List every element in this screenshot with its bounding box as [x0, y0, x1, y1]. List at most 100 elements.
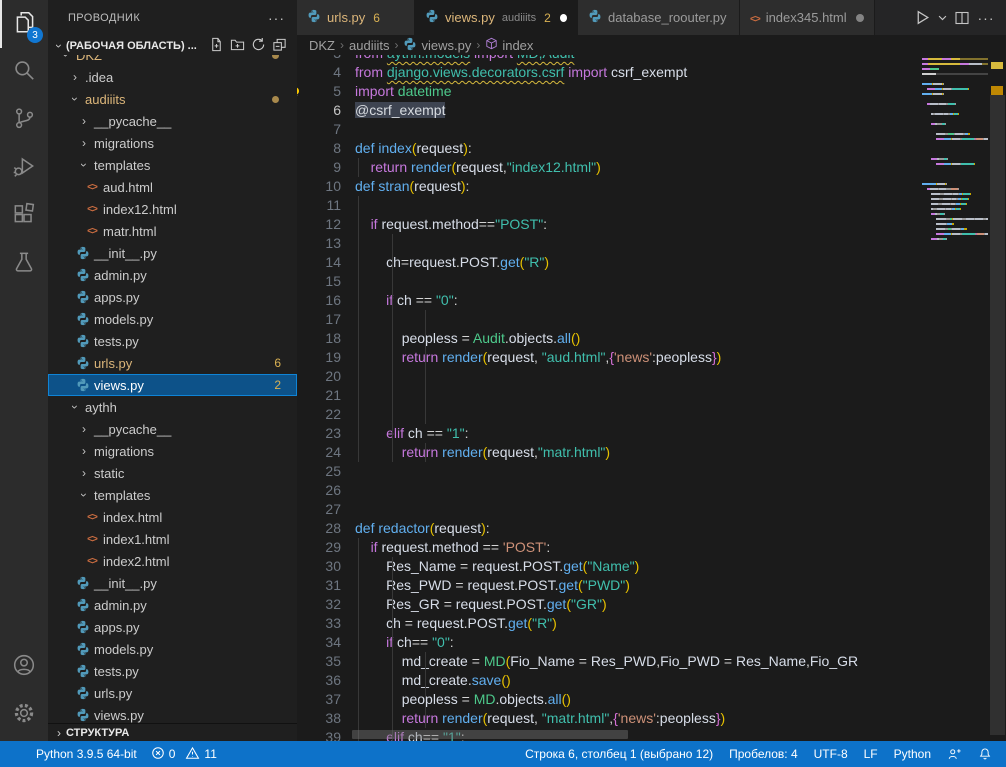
tree-item-urls-py[interactable]: urls.py — [48, 682, 297, 704]
code-line-36[interactable]: 36 md_create.save() — [297, 671, 922, 690]
breadcrumb-item-audiiits[interactable]: audiiits — [349, 38, 389, 53]
settings-button[interactable] — [0, 691, 48, 739]
dirty-indicator-dot[interactable] — [856, 14, 864, 22]
code-line-7[interactable]: 7 — [297, 120, 922, 139]
eol-status[interactable]: LF — [864, 747, 878, 761]
explorer-view-button[interactable]: 3 — [0, 0, 48, 48]
code-line-13[interactable]: 13 — [297, 234, 922, 253]
tree-item-admin-py[interactable]: admin.py — [48, 594, 297, 616]
tree-item-index2-html[interactable]: <>index2.html — [48, 550, 297, 572]
code-line-8[interactable]: 8def index(request): — [297, 139, 922, 158]
split-editor-button[interactable] — [952, 6, 972, 30]
code-line-23[interactable]: 23 elif ch == "1": — [297, 424, 922, 443]
code-line-18[interactable]: 18 peopless = Audit.objects.all() — [297, 329, 922, 348]
code-line-11[interactable]: 11 — [297, 196, 922, 215]
tree-item-index-html[interactable]: <>index.html — [48, 506, 297, 528]
code-line-26[interactable]: 26 — [297, 481, 922, 500]
language-mode-status[interactable]: Python — [894, 747, 931, 761]
new-folder-icon[interactable] — [230, 37, 245, 55]
tree-item-index12-html[interactable]: <>index12.html — [48, 198, 297, 220]
breadcrumb-item-dkz[interactable]: DKZ — [309, 38, 335, 53]
account-button[interactable] — [0, 643, 48, 691]
tree-item--init-py[interactable]: __init__.py — [48, 572, 297, 594]
tree-item-aythh[interactable]: ›aythh — [48, 396, 297, 418]
code-line-6[interactable]: 6@csrf_exempt — [297, 101, 922, 120]
horizontal-scrollbar-thumb[interactable] — [352, 730, 628, 739]
problems-status[interactable]: 0 11 — [151, 746, 217, 763]
code-line-33[interactable]: 33 ch = request.POST.get("R") — [297, 614, 922, 633]
code-line-32[interactable]: 32 Res_GR = request.POST.get("GR") — [297, 595, 922, 614]
code-line-35[interactable]: 35 md_create = MD(Fio_Name = Res_PWD,Fio… — [297, 652, 922, 671]
tree-item-audiiits[interactable]: ›audiiits — [48, 88, 297, 110]
overview-ruler[interactable] — [988, 35, 1006, 741]
encoding-status[interactable]: UTF-8 — [814, 747, 848, 761]
tree-item--idea[interactable]: ›.idea — [48, 66, 297, 88]
tree-item-aud-html[interactable]: <>aud.html — [48, 176, 297, 198]
tree-item-models-py[interactable]: models.py — [48, 308, 297, 330]
tree-item-templates[interactable]: ›templates — [48, 154, 297, 176]
refresh-icon[interactable] — [251, 37, 266, 55]
code-line-17[interactable]: 17 — [297, 310, 922, 329]
tree-item-views-py[interactable]: views.py2 — [48, 374, 297, 396]
tree-item-index1-html[interactable]: <>index1.html — [48, 528, 297, 550]
code-line-5[interactable]: 5import datetime — [297, 82, 922, 101]
run-dropdown-chevron-icon[interactable] — [936, 6, 948, 30]
collapse-all-icon[interactable] — [272, 37, 287, 55]
code-line-28[interactable]: 28def redactor(request): — [297, 519, 922, 538]
code-line-14[interactable]: 14 ch=request.POST.get("R") — [297, 253, 922, 272]
tree-item-apps-py[interactable]: apps.py — [48, 286, 297, 308]
tree-item-tests-py[interactable]: tests.py — [48, 330, 297, 352]
code-line-27[interactable]: 27 — [297, 500, 922, 519]
tree-item--pycache-[interactable]: ›__pycache__ — [48, 418, 297, 440]
python-interpreter-status[interactable]: Python 3.9.5 64-bit — [36, 747, 137, 761]
code-line-25[interactable]: 25 — [297, 462, 922, 481]
outline-section-header[interactable]: › СТРУКТУРА — [48, 723, 297, 741]
extensions-view-button[interactable] — [0, 192, 48, 240]
search-view-button[interactable] — [0, 48, 48, 96]
tree-item-urls-py[interactable]: urls.py6 — [48, 352, 297, 374]
code-line-19[interactable]: 19 return render(request, "aud.html",{'n… — [297, 348, 922, 367]
code-line-16[interactable]: 16 if ch == "0": — [297, 291, 922, 310]
notifications-bell-icon[interactable] — [978, 747, 992, 761]
dirty-indicator-dot[interactable] — [560, 14, 567, 22]
code-line-20[interactable]: 20 — [297, 367, 922, 386]
code-line-38[interactable]: 38 return render(request, "matr.html",{'… — [297, 709, 922, 728]
tree-item-static[interactable]: ›static — [48, 462, 297, 484]
breadcrumb-item-views-py[interactable]: views.py — [403, 37, 471, 54]
sidebar-more-actions-button[interactable]: ··· — [268, 10, 285, 26]
more-editor-actions-button[interactable]: ··· — [976, 6, 996, 30]
tree-item-apps-py[interactable]: apps.py — [48, 616, 297, 638]
tab-database-roouter-py[interactable]: database_roouter.py — [578, 0, 740, 35]
minimap[interactable] — [922, 58, 988, 741]
code-line-12[interactable]: 12 if request.method=="POST": — [297, 215, 922, 234]
code-line-10[interactable]: 10def stran(request): — [297, 177, 922, 196]
code-line-30[interactable]: 30 Res_Name = request.POST.get("Name") — [297, 557, 922, 576]
code-line-34[interactable]: 34 if ch== "0": — [297, 633, 922, 652]
code-line-37[interactable]: 37 peopless = MD.objects.all() — [297, 690, 922, 709]
code-line-24[interactable]: 24 return render(request,"matr.html") — [297, 443, 922, 462]
tree-item-migrations[interactable]: ›migrations — [48, 440, 297, 462]
lightbulb-icon[interactable] — [297, 85, 302, 104]
code-line-9[interactable]: 9 return render(request,"index12.html") — [297, 158, 922, 177]
run-debug-view-button[interactable] — [0, 144, 48, 192]
tab-views-py[interactable]: views.pyaudiiits2 — [415, 0, 578, 35]
code-line-22[interactable]: 22 — [297, 405, 922, 424]
feedback-icon[interactable] — [947, 747, 962, 761]
tree-item--pycache-[interactable]: ›__pycache__ — [48, 110, 297, 132]
code-line-15[interactable]: 15 — [297, 272, 922, 291]
editor[interactable]: 3from aythh.models import MD,Audit4from … — [297, 35, 1006, 741]
workspace-section-header[interactable]: › (РАБОЧАЯ ОБЛАСТЬ) ... — [48, 36, 297, 55]
tree-item-templates[interactable]: ›templates — [48, 484, 297, 506]
indentation-status[interactable]: Пробелов: 4 — [729, 747, 798, 761]
tree-item-models-py[interactable]: models.py — [48, 638, 297, 660]
tree-item-admin-py[interactable]: admin.py — [48, 264, 297, 286]
breadcrumb-item-index[interactable]: index — [485, 37, 533, 53]
tree-item-matr-html[interactable]: <>matr.html — [48, 220, 297, 242]
tab-urls-py[interactable]: urls.py6 — [297, 0, 415, 35]
tree-item--init-py[interactable]: __init__.py — [48, 242, 297, 264]
tree-item-migrations[interactable]: ›migrations — [48, 132, 297, 154]
tree-item-tests-py[interactable]: tests.py — [48, 660, 297, 682]
run-python-file-button[interactable] — [912, 6, 932, 30]
cursor-position-status[interactable]: Строка 6, столбец 1 (выбрано 12) — [525, 747, 713, 761]
code-line-21[interactable]: 21 — [297, 386, 922, 405]
